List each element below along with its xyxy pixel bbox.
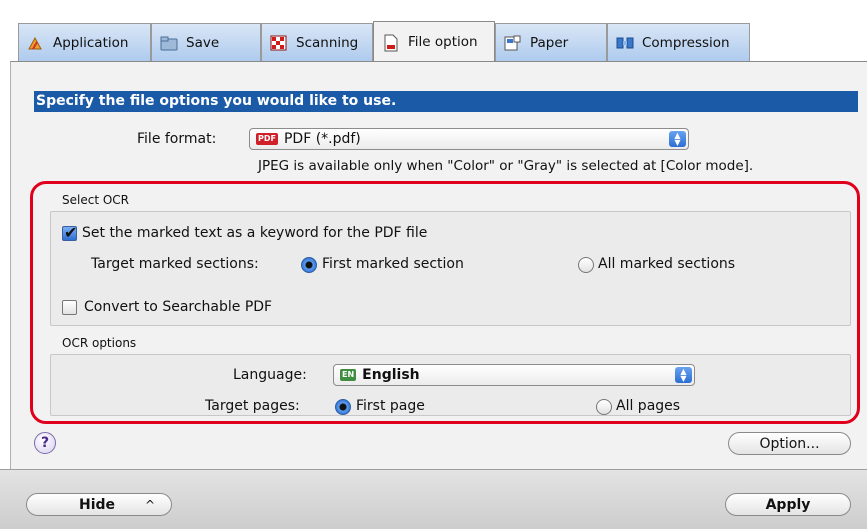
help-button[interactable]: ? (34, 432, 56, 454)
tab-application[interactable]: Application (18, 23, 151, 61)
popup-arrows-icon: ▲ ▼ (669, 131, 686, 147)
apply-button[interactable]: Apply (725, 493, 851, 516)
paper-icon (504, 35, 522, 51)
file-icon (382, 34, 400, 52)
tab-application-label: Application (53, 34, 129, 51)
highlight-frame (30, 181, 860, 424)
tab-scanning-label: Scanning (296, 34, 359, 51)
compression-icon (616, 35, 634, 51)
tab-compression[interactable]: Compression (607, 23, 750, 61)
file-format-select[interactable]: PDF PDF (*.pdf) ▲ ▼ (249, 128, 689, 150)
scanning-icon (270, 35, 288, 51)
option-button[interactable]: Option... (728, 432, 851, 455)
tab-save-label: Save (186, 34, 220, 51)
tab-file-option-label: File option (408, 34, 478, 50)
window-edge (0, 61, 10, 469)
hide-button[interactable]: Hide ^ (26, 493, 172, 516)
pdf-icon: PDF (256, 133, 278, 145)
tab-save[interactable]: Save (151, 23, 261, 61)
tab-paper[interactable]: Paper (495, 23, 607, 61)
file-format-note: JPEG is available only when "Color" or "… (258, 158, 754, 174)
chevron-up-icon: ^ (145, 497, 156, 512)
option-button-label: Option... (759, 435, 820, 452)
hide-button-label: Hide (79, 496, 116, 513)
tab-compression-label: Compression (642, 34, 730, 51)
section-header: Specify the file options you would like … (34, 91, 858, 112)
apply-button-label: Apply (765, 496, 811, 513)
folder-icon (160, 35, 178, 51)
tab-paper-label: Paper (530, 34, 569, 51)
application-icon (27, 35, 45, 51)
tab-file-option[interactable]: File option (373, 21, 495, 62)
help-icon: ? (40, 435, 50, 451)
file-format-label: File format: (137, 131, 217, 147)
tab-bar: Application Save Scanning File option Pa… (0, 0, 867, 62)
file-format-value: PDF (*.pdf) (283, 131, 361, 147)
tab-scanning[interactable]: Scanning (261, 23, 373, 61)
